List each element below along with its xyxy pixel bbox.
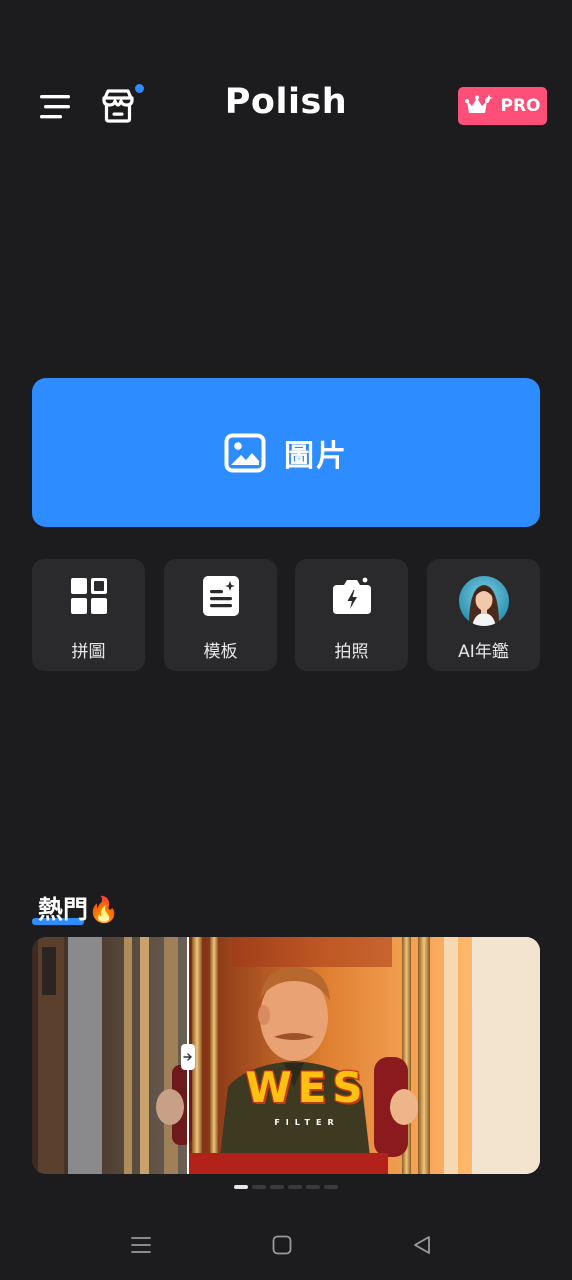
tool-camera[interactable]: 拍照 [295,559,408,671]
back-button[interactable] [407,1230,437,1260]
pro-upgrade-button[interactable]: PRO [458,87,547,125]
ai-yearbook-avatar [458,576,509,626]
camera-icon [332,577,371,614]
back-icon [414,1236,430,1254]
tool-template-label: 模板 [203,642,238,662]
hot-section-title: 熱門🔥 [38,895,120,924]
compare-slider-handle[interactable] [181,1044,195,1070]
collage-grid-icon [70,578,107,614]
hot-banner[interactable]: WES FILTER [32,937,540,1174]
recent-apps-icon [131,1237,151,1253]
pager-dot[interactable] [288,1185,302,1189]
tool-ai-yearbook[interactable]: AI年鑑 [427,559,540,671]
hot-section-header: 熱門🔥 [32,890,119,930]
pager-dot[interactable] [306,1185,320,1189]
image-icon [224,433,266,472]
tool-collage[interactable]: 拼圖 [32,559,145,671]
banner-subtitle: FILTER [274,1118,340,1127]
recent-apps-button[interactable] [126,1230,156,1260]
open-photo-button[interactable]: 圖片 [32,378,540,527]
open-photo-label: 圖片 [284,438,348,474]
pager-dot[interactable] [234,1185,248,1189]
tool-ai-yearbook-label: AI年鑑 [458,642,509,662]
template-icon [202,576,239,616]
tool-template[interactable]: 模板 [164,559,277,671]
banner-pager [0,1185,572,1189]
pager-dot[interactable] [252,1185,266,1189]
pro-label: PRO [500,96,541,116]
banner-image [32,937,540,1174]
pager-dot[interactable] [270,1185,284,1189]
pager-dot[interactable] [324,1185,338,1189]
quick-tools: 拼圖 模板 拍照 AI年鑑 [32,559,540,671]
home-icon [272,1235,292,1255]
arrow-right-icon [183,1053,192,1061]
system-navigation-bar [0,1222,572,1268]
tool-camera-label: 拍照 [334,642,369,662]
top-bar: Polish PRO [0,76,572,138]
banner-title: WES [245,1063,369,1112]
home-button[interactable] [267,1230,297,1260]
tool-collage-label: 拼圖 [71,642,106,662]
crown-icon [465,94,494,113]
